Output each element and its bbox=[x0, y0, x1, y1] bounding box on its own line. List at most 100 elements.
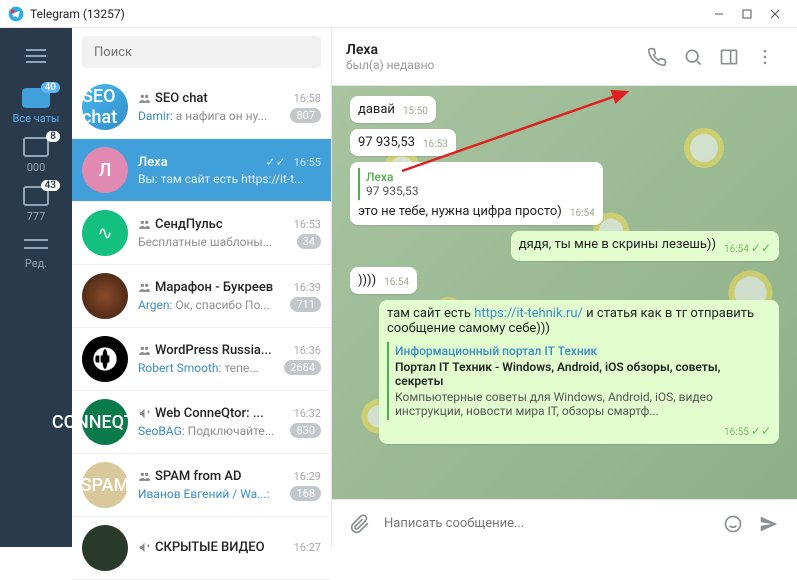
message-link[interactable]: https://it-tehnik.ru/ bbox=[474, 306, 583, 321]
preview-sender: Argen: bbox=[138, 298, 175, 312]
message-out[interactable]: дядя, ты мне в скрины лезешь))16:54✓✓ bbox=[511, 231, 779, 261]
search-input[interactable] bbox=[82, 36, 321, 68]
folder-000-label: 000 bbox=[27, 161, 46, 174]
window-close-button[interactable] bbox=[761, 4, 789, 24]
chat-preview: Damir: а нафига он ну... bbox=[138, 109, 284, 123]
avatar: SEO chat bbox=[82, 84, 128, 130]
unread-badge: 807 bbox=[290, 108, 321, 123]
chat-list-panel: SEO chatSEO chat16:58Damir: а нафига он … bbox=[72, 28, 332, 547]
chat-name: Марафон - Букреев bbox=[155, 280, 288, 295]
message-time: 16:53 bbox=[423, 139, 448, 150]
reply-preview[interactable]: Леха 97 935,53 bbox=[358, 168, 595, 200]
unread-badge: 2684 bbox=[284, 360, 321, 375]
chat-name: СКРЫТЫЕ ВИДЕО bbox=[155, 540, 288, 555]
sliders-icon bbox=[24, 235, 48, 253]
group-icon bbox=[138, 470, 151, 483]
avatar: SPAM bbox=[82, 462, 128, 508]
folder-icon bbox=[23, 137, 49, 157]
group-icon bbox=[138, 281, 151, 294]
message-in[interactable]: )))) 16:54 bbox=[350, 267, 417, 294]
read-checks-icon: ✓✓ bbox=[265, 155, 285, 169]
folder-777-badge: 43 bbox=[41, 180, 60, 191]
folders-rail: 40 Все чаты 8 000 43 777 Ред. bbox=[0, 28, 72, 547]
menu-button[interactable] bbox=[16, 36, 56, 76]
message-text: )))) bbox=[358, 273, 376, 288]
group-icon bbox=[138, 344, 151, 357]
chat-name: SEO chat bbox=[155, 91, 288, 106]
chat-list-item[interactable]: SPAMSPAM from AD16:29Иванов Евгений / Wa… bbox=[72, 454, 331, 517]
message-in[interactable]: давай 15:50 bbox=[350, 96, 436, 123]
message-time: 16:54 bbox=[384, 277, 409, 288]
window-maximize-button[interactable] bbox=[733, 4, 761, 24]
rail-edit-label: Ред. bbox=[25, 257, 47, 270]
rail-folder-777[interactable]: 43 777 bbox=[6, 186, 66, 223]
message-text: это не тебе, нужна цифра просто) bbox=[358, 204, 562, 219]
chat-header-name: Леха bbox=[346, 42, 639, 58]
message-time: 15:50 bbox=[403, 106, 428, 117]
chat-header-info[interactable]: Леха был(а) недавно bbox=[346, 42, 639, 72]
rail-folder-000[interactable]: 8 000 bbox=[6, 137, 66, 174]
link-preview-card[interactable]: Информационный портал IT Техник Портал I… bbox=[387, 342, 771, 420]
channel-icon bbox=[138, 541, 151, 554]
message-input[interactable] bbox=[378, 516, 715, 531]
chat-time: 16:27 bbox=[294, 541, 321, 554]
folder-777-label: 777 bbox=[27, 210, 46, 223]
avatar bbox=[82, 336, 128, 382]
read-checks-icon: ✓✓ bbox=[751, 424, 771, 438]
message-composer bbox=[332, 499, 797, 547]
window-minimize-button[interactable] bbox=[705, 4, 733, 24]
chat-list-item[interactable]: WordPress Russia... 16:36 Robert Smooth: т… bbox=[72, 328, 331, 391]
chat-list-item[interactable]: ЛЛеха✓✓16:55Вы: там сайт есть https://it… bbox=[72, 139, 331, 202]
send-button[interactable] bbox=[751, 506, 787, 542]
message-out[interactable]: там сайт есть https://it-tehnik.ru/ и ст… bbox=[379, 300, 779, 444]
avatar: CONNEQTOR bbox=[82, 399, 128, 445]
chat-list-item[interactable]: SEO chatSEO chat16:58Damir: а нафига он … bbox=[72, 76, 331, 139]
attach-button[interactable] bbox=[342, 506, 378, 542]
chat-list-item[interactable]: СКРЫТЫЕ ВИДЕО 16:27 bbox=[72, 517, 331, 580]
message-text: там сайт есть bbox=[387, 306, 474, 321]
unread-badge: 168 bbox=[290, 486, 321, 501]
window-title: Telegram (13257) bbox=[30, 7, 705, 21]
chat-preview: Robert Smooth: тепе... bbox=[138, 361, 278, 375]
avatar: ∿ bbox=[82, 210, 128, 256]
rail-all-chats[interactable]: 40 Все чаты bbox=[6, 88, 66, 125]
call-button[interactable] bbox=[639, 39, 675, 75]
message-time: 16:55 bbox=[724, 427, 749, 438]
chat-list-item[interactable]: CONNEQTORWeb ConneQtor: ...16:32SeoBAG: … bbox=[72, 391, 331, 454]
chat-name: Web ConneQtor: ... bbox=[155, 406, 288, 421]
search-in-chat-button[interactable] bbox=[675, 39, 711, 75]
message-text: 97 935,53 bbox=[358, 135, 415, 150]
message-in[interactable]: Леха 97 935,53 это не тебе, нужна цифра … bbox=[350, 162, 603, 225]
sidebar-toggle-button[interactable] bbox=[711, 39, 747, 75]
chat-list-item[interactable]: Марафон - Букреев16:39Argen: Ок, спасибо… bbox=[72, 265, 331, 328]
emoji-button[interactable] bbox=[715, 506, 751, 542]
chat-list-item[interactable]: ∿СендПульс16:53Бесплатные шаблоны...34 bbox=[72, 202, 331, 265]
message-time: 16:54 bbox=[724, 244, 749, 255]
more-menu-button[interactable] bbox=[747, 39, 783, 75]
conversation-panel: Леха был(а) недавно давай 15:50 97 935,53… bbox=[332, 28, 797, 547]
chat-time: 16:36 bbox=[294, 344, 321, 357]
group-icon bbox=[138, 218, 151, 231]
chat-header: Леха был(а) недавно bbox=[332, 28, 797, 86]
preview-sender: Вы: bbox=[138, 172, 161, 186]
link-card-site: Информационный портал IT Техник bbox=[395, 344, 765, 358]
chat-header-status: был(а) недавно bbox=[346, 58, 639, 72]
folder-000-badge: 8 bbox=[46, 131, 60, 142]
unread-badge: 711 bbox=[290, 297, 321, 312]
message-time: 16:54 bbox=[570, 208, 595, 219]
chat-name: SPAM from AD bbox=[155, 469, 288, 484]
window-titlebar: Telegram (13257) bbox=[0, 0, 797, 28]
message-text: давай bbox=[358, 102, 395, 117]
rail-edit-folders[interactable]: Ред. bbox=[6, 235, 66, 270]
rail-all-chats-label: Все чаты bbox=[13, 112, 60, 125]
messages-area[interactable]: давай 15:50 97 935,53 16:53 Леха 97 935,53… bbox=[332, 86, 797, 499]
chat-name: WordPress Russia... bbox=[155, 343, 288, 358]
message-text: дядя, ты мне в скрины лезешь)) bbox=[519, 237, 716, 252]
chat-preview: Иванов Евгений / Wa...: bbox=[138, 487, 284, 501]
all-chats-badge: 40 bbox=[41, 82, 60, 93]
preview-sender: Robert Smooth: bbox=[138, 361, 224, 375]
chat-time: 16:53 bbox=[294, 218, 321, 231]
chat-time: 16:55 bbox=[294, 156, 321, 169]
chat-time: 16:32 bbox=[294, 407, 321, 420]
message-in[interactable]: 97 935,53 16:53 bbox=[350, 129, 456, 156]
